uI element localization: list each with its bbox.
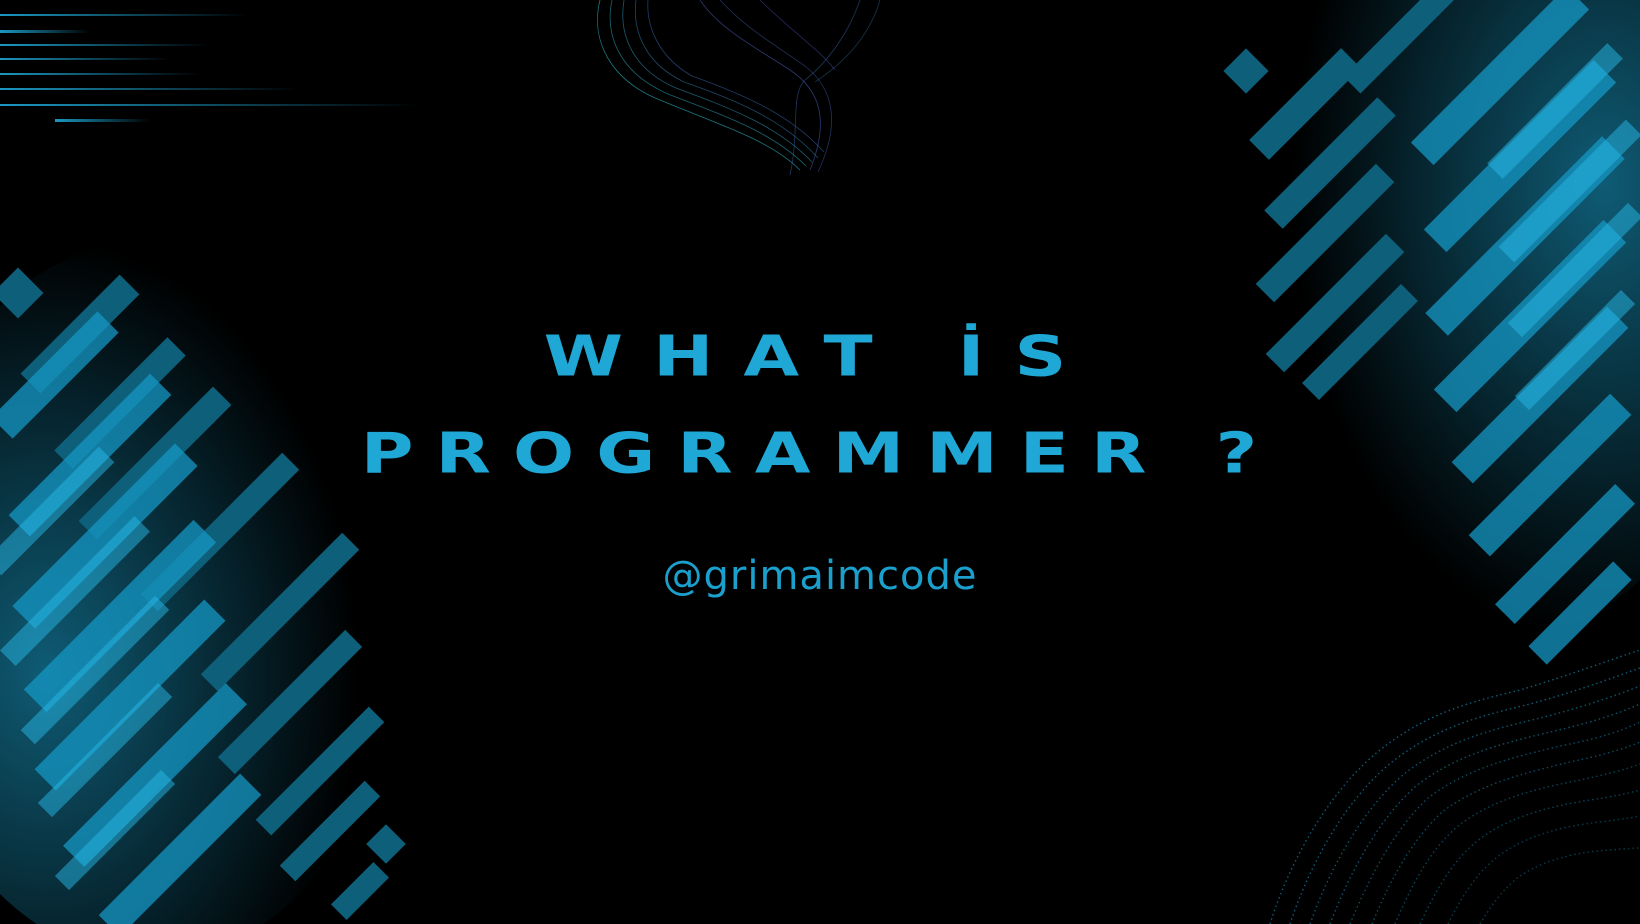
dot-mesh-bottom <box>1269 649 1640 924</box>
author-handle: @grimaimcode <box>662 553 978 599</box>
speed-lines <box>0 14 420 122</box>
title-line-2: PROGRAMMER ? <box>360 420 1280 486</box>
slide: WHAT İS PROGRAMMER ? @grimaimcode <box>0 0 1640 924</box>
title-line-1: WHAT İS <box>543 323 1097 389</box>
wave-mesh-top <box>597 0 881 176</box>
